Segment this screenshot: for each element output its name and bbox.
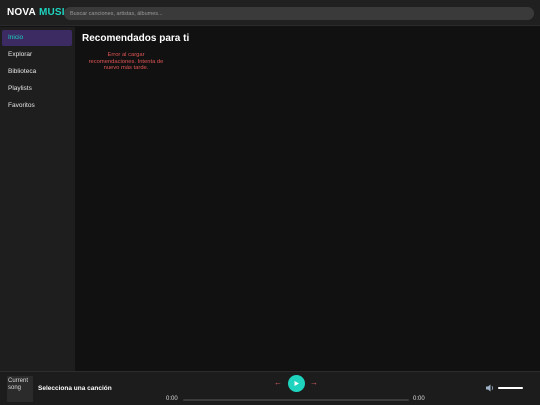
play-button[interactable] [288,375,305,392]
play-icon [294,381,299,386]
sidebar-item-explorar[interactable]: Explorar [2,47,72,63]
current-song-cover: Current song [7,376,33,402]
speaker-icon[interactable] [485,383,495,393]
error-message: Error al cargar recomendaciones. Intenta… [88,52,164,71]
playback-controls: ← → [272,374,322,392]
app-logo[interactable]: NOVA MUSIC [7,7,72,18]
current-time: 0:00 [166,396,178,402]
sidebar: Inicio Explorar Biblioteca Playlists Fav… [0,27,75,371]
progress-bar[interactable] [183,399,409,401]
volume-fill [498,387,523,389]
arrow-right-icon[interactable]: → [309,378,319,388]
sidebar-item-biblioteca[interactable]: Biblioteca [2,64,72,80]
top-bar: NOVA MUSIC [0,0,540,26]
sidebar-item-favoritos[interactable]: Favoritos [2,98,72,114]
sidebar-item-playlists[interactable]: Playlists [2,81,72,97]
cover-alt-text-line2: song [8,384,22,391]
search-input[interactable] [64,7,534,20]
volume-slider[interactable] [498,387,523,389]
logo-nova: NOVA [7,7,36,18]
main-content: Recomendados para ti Error al cargar rec… [76,27,540,371]
duration-time: 0:00 [413,396,425,402]
sidebar-item-inicio[interactable]: Inicio [2,30,72,46]
section-title: Recomendados para ti [82,33,190,44]
current-song-title: Selecciona una canción [38,385,112,392]
player-bar: Current song Selecciona una canción ← → … [0,371,540,405]
arrow-left-icon[interactable]: ← [273,378,283,388]
